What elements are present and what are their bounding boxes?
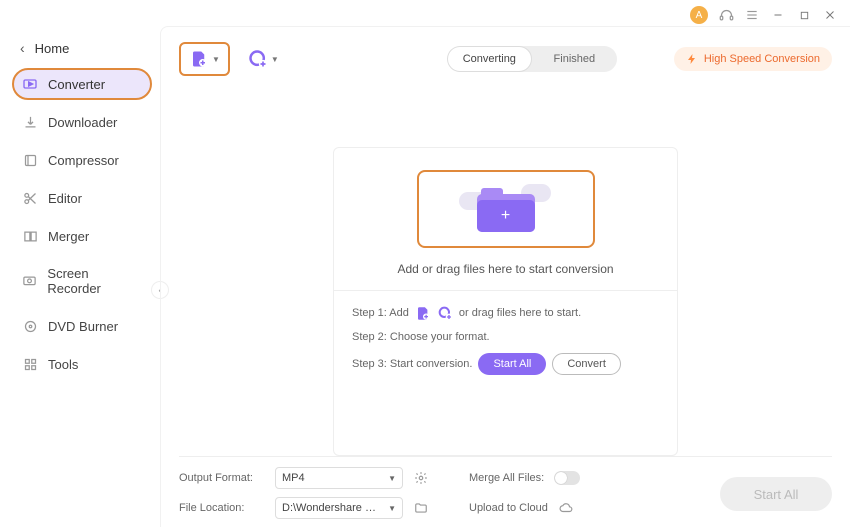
steps-panel: Step 1: Add or drag files here to start.… [334,290,677,391]
chevron-down-icon: ▼ [388,474,396,483]
file-location-select[interactable]: D:\Wondershare UniConverter 1 ▼ [275,497,403,519]
download-icon [22,114,38,130]
sidebar-item-label: Tools [48,357,78,372]
home-label: Home [35,41,70,56]
open-folder-icon[interactable] [413,501,429,515]
add-url-button[interactable]: ▼ [240,43,287,75]
status-segmented-control: Converting Finished [447,46,617,72]
compressor-icon [22,152,38,168]
user-avatar-icon[interactable]: A [690,6,708,24]
menu-icon[interactable] [744,7,760,23]
main-panel: ▼ ▼ Converting Finished High Speed Conve… [160,26,850,527]
tab-finished[interactable]: Finished [532,46,617,72]
chevron-left-icon: ‹ [20,40,25,56]
step-2: Step 2: Choose your format. [352,331,659,343]
home-back-button[interactable]: ‹ Home [12,34,152,68]
add-file-icon [415,306,431,321]
step-1-suffix: or drag files here to start. [459,307,581,319]
sidebar-item-label: Converter [48,77,105,92]
minimize-icon[interactable] [770,7,786,23]
output-format-label: Output Format: [179,472,265,484]
editor-scissors-icon [22,190,38,206]
output-format-value: MP4 [282,472,305,484]
start-all-pill-button[interactable]: Start All [478,353,546,375]
high-speed-label: High Speed Conversion [704,53,820,65]
output-format-select[interactable]: MP4 ▼ [275,467,403,489]
file-location-label: File Location: [179,502,265,514]
step-1-prefix: Step 1: Add [352,307,409,319]
step-3: Step 3: Start conversion. Start All Conv… [352,353,659,375]
sidebar: ‹ Home Converter Downloader Compressor [0,26,160,527]
app-body: ‹ Home Converter Downloader Compressor [0,26,850,527]
add-url-icon [437,305,453,321]
sidebar-item-editor[interactable]: Editor [12,182,152,214]
disc-icon [22,318,38,334]
merge-all-toggle[interactable] [554,471,580,485]
sidebar-item-converter[interactable]: Converter [12,68,152,100]
drop-hint: Add or drag files here to start conversi… [334,262,677,290]
cloud-icon[interactable] [558,501,574,515]
sidebar-item-merger[interactable]: Merger [12,220,152,252]
content-area: + Add or drag files here to start conver… [179,81,832,456]
drop-zone[interactable]: + [417,170,595,248]
high-speed-conversion-button[interactable]: High Speed Conversion [674,47,832,71]
close-icon[interactable] [822,7,838,23]
sidebar-item-compressor[interactable]: Compressor [12,144,152,176]
chevron-down-icon: ▼ [212,55,220,64]
converter-icon [22,76,38,92]
add-file-button[interactable]: ▼ [179,42,230,76]
merger-icon [22,228,38,244]
merge-all-label: Merge All Files: [469,472,544,484]
convert-pill-button[interactable]: Convert [552,353,621,375]
file-location-value: D:\Wondershare UniConverter 1 [282,502,382,514]
support-headset-icon[interactable] [718,7,734,23]
drop-card: + Add or drag files here to start conver… [333,147,678,456]
sidebar-item-downloader[interactable]: Downloader [12,106,152,138]
upload-cloud-label: Upload to Cloud [469,502,548,514]
tab-converting[interactable]: Converting [447,46,532,72]
folder-add-icon: + [477,186,535,232]
bolt-icon [686,53,698,65]
step-3-text: Step 3: Start conversion. [352,358,472,370]
sidebar-item-label: Downloader [48,115,117,130]
screen-recorder-icon [22,273,37,289]
sidebar-item-label: Editor [48,191,82,206]
tools-grid-icon [22,356,38,372]
settings-gear-icon[interactable] [413,471,429,485]
chevron-down-icon: ▼ [388,504,396,513]
toolbar: ▼ ▼ Converting Finished High Speed Conve… [179,37,832,81]
maximize-icon[interactable] [796,7,812,23]
sidebar-item-tools[interactable]: Tools [12,348,152,380]
sidebar-item-label: Compressor [48,153,119,168]
sidebar-item-label: Screen Recorder [47,266,142,296]
chevron-down-icon: ▼ [271,55,279,64]
sidebar-item-label: DVD Burner [48,319,118,334]
step-1: Step 1: Add or drag files here to start. [352,305,659,321]
start-all-button[interactable]: Start All [720,477,832,511]
titlebar: A [0,0,850,26]
sidebar-item-dvd-burner[interactable]: DVD Burner [12,310,152,342]
sidebar-item-label: Merger [48,229,89,244]
sidebar-item-screen-recorder[interactable]: Screen Recorder [12,258,152,304]
